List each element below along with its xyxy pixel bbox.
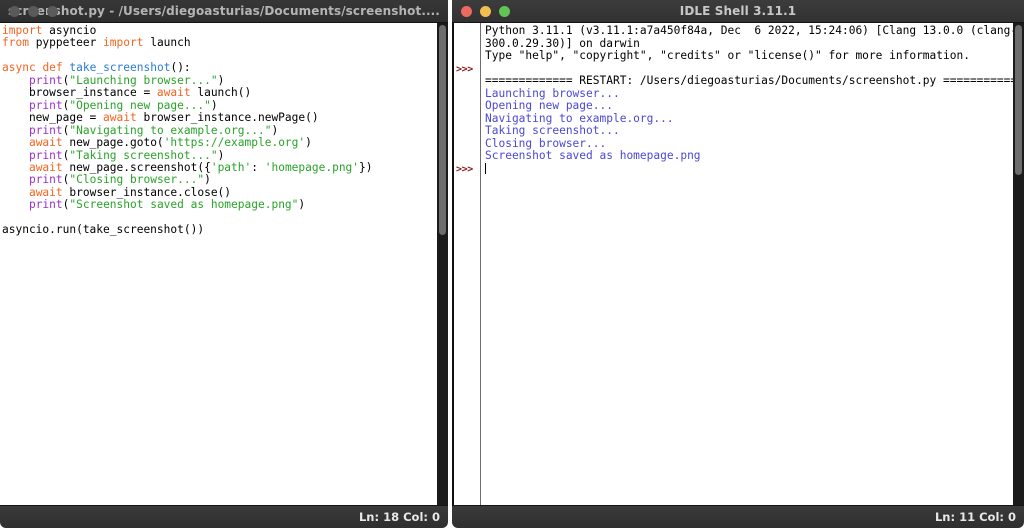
shell-prompt-marker: >>> (456, 164, 473, 175)
code-token: launch (143, 36, 191, 50)
code-token: 'https://example.org' (163, 136, 306, 150)
shell-title: IDLE Shell 3.11.1 (679, 4, 797, 18)
code-token: "Screenshot saved as homepage.png" (69, 198, 299, 212)
desktop: screenshot.py - /Users/diegoasturias/Doc… (0, 0, 1024, 528)
code-token: 'path' (210, 160, 252, 174)
code-token: "Navigating to example.org..." (69, 123, 272, 137)
editor-line-col-indicator: Ln: 18 Col: 0 (358, 510, 440, 524)
editor-scrollbar-thumb[interactable] (439, 25, 446, 235)
code-token: import (103, 36, 144, 50)
code-token: ) (217, 148, 225, 162)
code-token: 'homepage.png' (264, 160, 360, 174)
code-token: "Taking screenshot..." (69, 148, 218, 162)
shell-line: Closing browser... (485, 136, 607, 150)
code-token: : (251, 160, 265, 174)
minimize-button-icon[interactable] (28, 5, 39, 17)
shell-line: ============= RESTART: /Users/diegoastur… (485, 74, 1013, 87)
shell-line-col-indicator: Ln: 11 Col: 0 (934, 510, 1016, 524)
shell-line: Python 3.11.1 (v3.11.1:a7a450f84a, Dec 6… (485, 24, 1013, 37)
code-token: print (28, 73, 63, 87)
code-token: pyppeteer (28, 36, 104, 50)
shell-transcript: Python 3.11.1 (v3.11.1:a7a450f84a, Dec 6… (485, 24, 1013, 175)
shell-titlebar[interactable]: IDLE Shell 3.11.1 (452, 0, 1024, 23)
code-token: browser_instance.close() (62, 185, 232, 199)
code-token: ) (271, 123, 279, 137)
code-token: take_screenshot (69, 61, 171, 75)
code-token: }) (359, 160, 373, 174)
shell-body: >>> >>> Python 3.11.1 (v3.11.1:a7a450f84… (452, 23, 1024, 505)
shell-line: Taking screenshot... (485, 124, 620, 137)
code-token: asyncio (42, 24, 97, 37)
code-token: async (2, 61, 36, 75)
code-token: ) (298, 198, 306, 212)
source-code: import asyncio from pyppeteer import lau… (2, 24, 431, 237)
code-token: from (2, 36, 29, 50)
shell-window[interactable]: IDLE Shell 3.11.1 >>> >>> Python 3.11.1 … (452, 0, 1024, 528)
code-token: await (28, 136, 63, 150)
shell-output-area[interactable]: Python 3.11.1 (v3.11.1:a7a450f84a, Dec 6… (481, 23, 1013, 505)
code-token: asyncio.run(take_screenshot()) (2, 223, 205, 237)
editor-body: import asyncio from pyppeteer import lau… (0, 23, 448, 505)
zoom-button-icon[interactable] (47, 5, 58, 17)
code-token: "Closing browser..." (69, 173, 205, 187)
code-token: await (156, 86, 191, 100)
shell-text-cursor (485, 162, 486, 174)
shell-line: Type "help", "copyright", "credits" or "… (485, 49, 970, 62)
code-editor-area[interactable]: import asyncio from pyppeteer import lau… (0, 23, 431, 505)
shell-statusbar: Ln: 11 Col: 0 (452, 505, 1024, 528)
code-token: (): (170, 61, 191, 75)
code-token: await (28, 185, 63, 199)
code-token: print (28, 98, 63, 112)
close-button-icon[interactable] (9, 5, 20, 17)
code-token: import (2, 24, 43, 37)
code-token: await (103, 111, 137, 125)
code-token: new_page = (2, 111, 104, 125)
code-token: new_page.screenshot({ (62, 160, 211, 174)
shell-prompt-marker: >>> (456, 64, 473, 75)
shell-line: Screenshot saved as homepage.png (485, 149, 701, 162)
code-token: ) (204, 173, 211, 187)
code-token: await (28, 160, 63, 174)
code-token: print (28, 123, 63, 137)
code-token: print (28, 173, 63, 187)
editor-title: screenshot.py - /Users/diegoasturias/Doc… (8, 4, 440, 18)
shell-line: Navigating to example.org... (485, 111, 674, 125)
shell-prompt-gutter: >>> >>> (454, 23, 481, 505)
editor-vertical-scrollbar[interactable] (437, 23, 448, 505)
code-token: new_page.goto( (62, 136, 164, 150)
minimize-button-icon[interactable] (480, 5, 491, 17)
code-token: ) (305, 136, 312, 150)
shell-vertical-scrollbar[interactable] (1013, 23, 1024, 505)
code-token: print (28, 148, 63, 162)
code-token: browser_instance.newPage() (136, 111, 319, 125)
shell-window-controls[interactable] (452, 5, 510, 17)
code-token: launch() (190, 86, 252, 100)
editor-statusbar: Ln: 18 Col: 0 (0, 505, 448, 528)
code-token: print (28, 198, 63, 212)
shell-line: Opening new page... (485, 99, 613, 112)
close-button-icon[interactable] (461, 5, 472, 17)
code-token: def (42, 61, 63, 75)
code-token: ) (217, 73, 225, 87)
zoom-button-icon[interactable] (499, 5, 510, 17)
editor-window-controls[interactable] (0, 5, 58, 17)
code-token: ) (210, 98, 218, 112)
shell-scrollbar-thumb[interactable] (1015, 25, 1022, 175)
code-token: browser_instance = (2, 86, 157, 100)
shell-line: 300.0.29.30)] on darwin (485, 36, 640, 50)
shell-line: Launching browser... (485, 86, 620, 100)
editor-titlebar[interactable]: screenshot.py - /Users/diegoasturias/Doc… (0, 0, 448, 23)
code-token: "Opening new page..." (69, 98, 211, 112)
editor-window[interactable]: screenshot.py - /Users/diegoasturias/Doc… (0, 0, 448, 528)
code-token: "Launching browser..." (69, 73, 218, 87)
